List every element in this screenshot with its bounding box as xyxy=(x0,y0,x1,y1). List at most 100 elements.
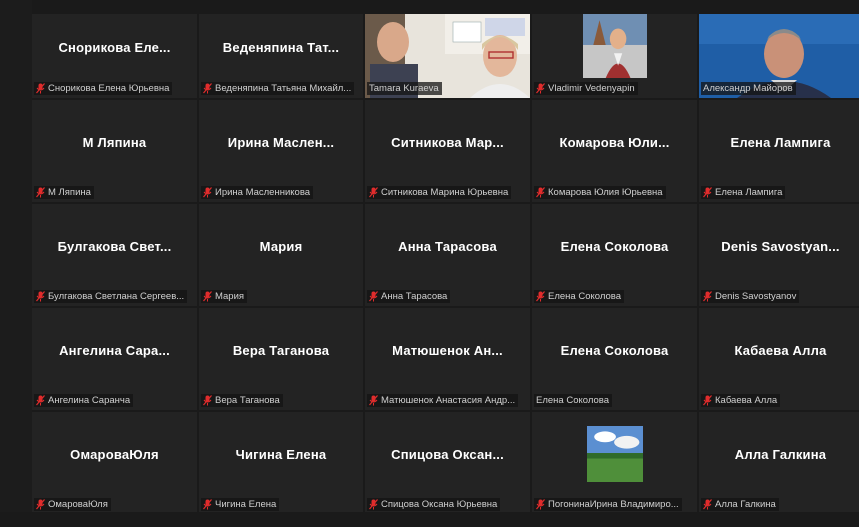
participant-tile[interactable]: Кабаева Алла Кабаева Алла xyxy=(699,308,859,410)
participant-display-name: Спицова Оксан... xyxy=(391,446,504,462)
participant-display-name: Анна Тарасова xyxy=(398,238,497,254)
participant-tile[interactable]: Denis Savostyan... Denis Savostyanov xyxy=(699,204,859,306)
participant-tile[interactable]: Ситникова Мар... Ситникова Марина Юрьевн… xyxy=(365,100,530,202)
mic-muted-icon xyxy=(369,291,378,302)
participant-name: Булгакова Светлана Сергеев... xyxy=(48,291,185,302)
participant-name: Ситникова Марина Юрьевна xyxy=(381,187,509,198)
participant-display-name: Елена Соколова xyxy=(560,342,669,358)
participant-name: Спицова Оксана Юрьевна xyxy=(381,499,498,510)
participant-video-tile[interactable]: Vladimir Vedenyapin xyxy=(532,14,697,98)
participant-tile[interactable]: Мария Мария xyxy=(199,204,363,306)
participant-display-name: Ситникова Мар... xyxy=(391,134,504,150)
participant-name-label: Александр Майоров xyxy=(701,82,796,95)
participant-name-label: Елена Лампига xyxy=(701,186,786,199)
participant-name-label: М Ляпина xyxy=(34,186,94,199)
participant-name-label: Булгакова Светлана Сергеев... xyxy=(34,290,188,303)
mic-muted-icon xyxy=(203,291,212,302)
participant-tile[interactable]: Алла Галкина Алла Галкина xyxy=(699,412,859,514)
participant-tile[interactable]: Елена Соколова Елена Соколова xyxy=(532,308,697,410)
participant-display-name: Елена Соколова xyxy=(560,238,669,254)
participant-name-label: Анна Тарасова xyxy=(367,290,451,303)
participant-video-tile[interactable]: Tamara Kuraeva xyxy=(365,14,530,98)
participant-display-name: Кабаева Алла xyxy=(734,342,827,358)
participant-display-name: Комарова Юли... xyxy=(559,134,670,150)
participant-name-label: Кабаева Алла xyxy=(701,394,781,407)
participant-name: Ирина Масленникова xyxy=(215,187,311,198)
participant-name: Матюшенок Анастасия Андр... xyxy=(381,395,516,406)
mic-muted-icon xyxy=(536,83,545,94)
participant-name-label: Веденяпина Татьяна Михайл... xyxy=(201,82,355,95)
participant-name-label: Ангелина Саранча xyxy=(34,394,134,407)
participant-tile[interactable]: Елена Лампига Елена Лампига xyxy=(699,100,859,202)
participant-name: М Ляпина xyxy=(48,187,91,198)
participant-name-label: Вера Таганова xyxy=(201,394,283,407)
participant-tile[interactable]: ОмароваЮля ОмароваЮля xyxy=(32,412,197,514)
participant-tile[interactable]: Анна Тарасова Анна Тарасова xyxy=(365,204,530,306)
mic-muted-icon xyxy=(203,499,212,510)
mic-muted-icon xyxy=(536,291,545,302)
mic-muted-icon xyxy=(203,187,212,198)
participant-name: Веденяпина Татьяна Михайл... xyxy=(215,83,352,94)
participant-name-label: Чигина Елена xyxy=(201,498,280,511)
participant-tile[interactable]: М Ляпина М Ляпина xyxy=(32,100,197,202)
participant-name-label: Tamara Kuraeva xyxy=(367,82,442,95)
participant-name-label: Мария xyxy=(201,290,248,303)
participant-tile[interactable]: Снорикова Еле... Снорикова Елена Юрьевна xyxy=(32,14,197,98)
participant-display-name: Вера Таганова xyxy=(232,342,330,358)
participant-tile[interactable]: Чигина Елена Чигина Елена xyxy=(199,412,363,514)
participant-display-name: Снорикова Еле... xyxy=(58,39,171,55)
participant-tile[interactable]: Веденяпина Тат... Веденяпина Татьяна Мих… xyxy=(199,14,363,98)
participant-display-name: Мария xyxy=(259,238,303,254)
mic-muted-icon xyxy=(703,291,712,302)
mic-muted-icon xyxy=(36,499,45,510)
participant-display-name: Матюшенок Ан... xyxy=(392,342,503,358)
participant-display-name: Ангелина Сара... xyxy=(59,342,170,358)
participant-name: Tamara Kuraeva xyxy=(369,83,439,94)
participant-name: Чигина Елена xyxy=(215,499,277,510)
participant-avatar-photo xyxy=(582,14,647,78)
participant-tile[interactable]: Матюшенок Ан... Матюшенок Анастасия Андр… xyxy=(365,308,530,410)
active-speaker-tile[interactable]: Александр Майоров xyxy=(699,14,859,98)
participant-display-name: Булгакова Свет... xyxy=(57,238,172,254)
participant-name: Алла Галкина xyxy=(715,499,776,510)
bottom-bar xyxy=(0,512,859,527)
participant-display-name: Чигина Елена xyxy=(235,446,327,462)
participant-tile[interactable]: Елена Соколова Елена Соколова xyxy=(532,204,697,306)
left-margin xyxy=(0,0,32,527)
participant-tile[interactable]: Ангелина Сара... Ангелина Саранча xyxy=(32,308,197,410)
participant-tile[interactable]: ПогонинаИрина Владимиро... xyxy=(532,412,697,514)
participant-tile[interactable]: Комарова Юли... Комарова Юлия Юрьевна xyxy=(532,100,697,202)
participant-name-label: ПогонинаИрина Владимиро... xyxy=(534,498,682,511)
participant-name: Елена Соколова xyxy=(536,395,609,406)
participant-tile[interactable]: Вера Таганова Вера Таганова xyxy=(199,308,363,410)
mic-muted-icon xyxy=(703,187,712,198)
participant-name-label: Ирина Масленникова xyxy=(201,186,314,199)
participant-name-label: Матюшенок Анастасия Андр... xyxy=(367,394,519,407)
participant-tile[interactable]: Булгакова Свет... Булгакова Светлана Сер… xyxy=(32,204,197,306)
participant-name-label: Спицова Оксана Юрьевна xyxy=(367,498,501,511)
participant-name-label: Снорикова Елена Юрьевна xyxy=(34,82,173,95)
participant-name: Ангелина Саранча xyxy=(48,395,131,406)
participant-display-name: Веденяпина Тат... xyxy=(222,39,340,55)
participant-name: ПогонинаИрина Владимиро... xyxy=(548,499,679,510)
participant-name-label: Елена Соколова xyxy=(534,290,624,303)
participant-name-label: Denis Savostyanov xyxy=(701,290,800,303)
participant-name-label: ОмароваЮля xyxy=(34,498,111,511)
mic-muted-icon xyxy=(36,83,45,94)
mic-muted-icon xyxy=(703,499,712,510)
participant-display-name: Елена Лампига xyxy=(730,134,831,150)
mic-muted-icon xyxy=(203,395,212,406)
participant-display-name: Denis Savostyan... xyxy=(721,238,840,254)
participant-name: Елена Соколова xyxy=(548,291,621,302)
participant-name: Вера Таганова xyxy=(215,395,280,406)
participant-tile[interactable]: Спицова Оксан... Спицова Оксана Юрьевна xyxy=(365,412,530,514)
mic-muted-icon xyxy=(203,83,212,94)
participant-display-name: М Ляпина xyxy=(82,134,147,150)
participant-name: Кабаева Алла xyxy=(715,395,778,406)
participant-name: Мария xyxy=(215,291,245,302)
participant-avatar-photo xyxy=(586,426,643,482)
participant-tile[interactable]: Ирина Маслен... Ирина Масленникова xyxy=(199,100,363,202)
participant-name: Александр Майоров xyxy=(703,83,793,94)
participant-display-name: ОмароваЮля xyxy=(70,446,159,462)
mic-muted-icon xyxy=(536,187,545,198)
